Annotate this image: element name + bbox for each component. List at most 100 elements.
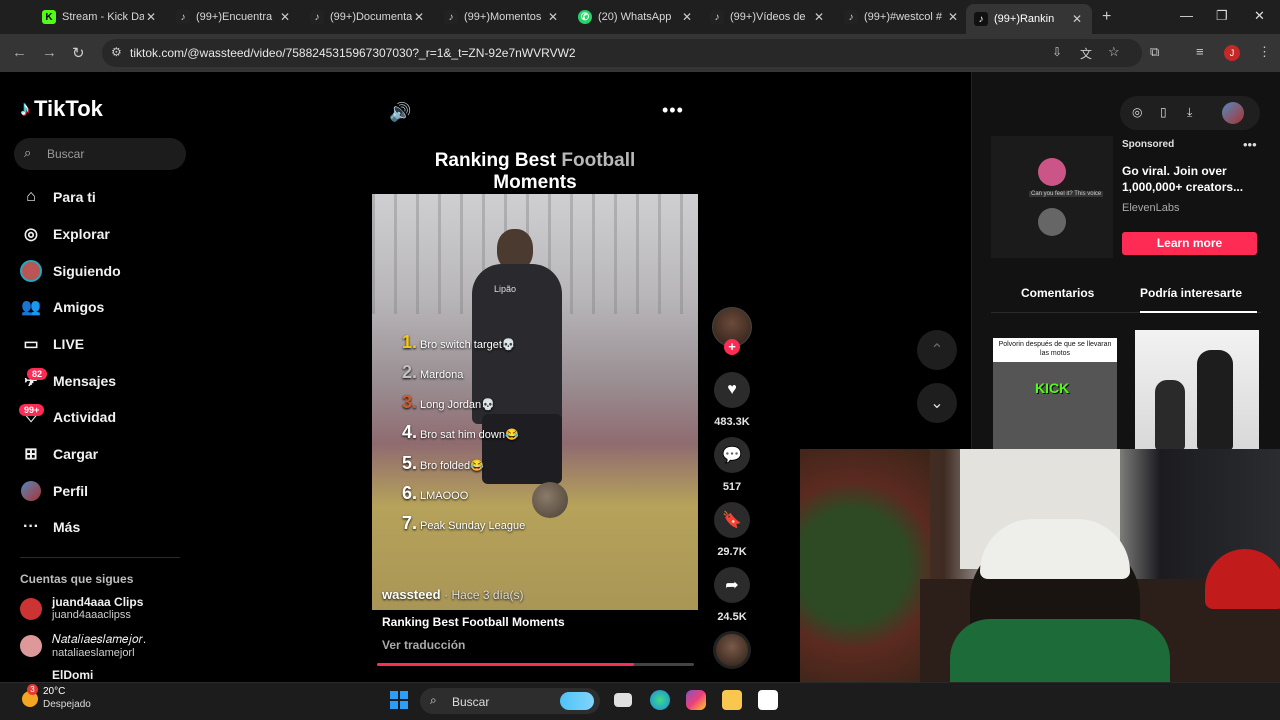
file-explorer-icon[interactable]: [722, 690, 742, 710]
nav-item-siguiendo[interactable]: Siguiendo: [20, 256, 200, 286]
install-app-icon[interactable]: ⇩: [1052, 45, 1062, 59]
close-tab-icon[interactable]: ✕: [1070, 12, 1084, 26]
windows-start-icon[interactable]: [390, 691, 408, 709]
phone-icon[interactable]: ▯: [1160, 105, 1167, 119]
reload-icon[interactable]: ↻: [72, 44, 85, 62]
edge-icon[interactable]: [650, 690, 670, 710]
tab-comentarios[interactable]: Comentarios: [1021, 286, 1094, 300]
following-account[interactable]: juand4aaa Clips juand4aaaclipss: [20, 595, 143, 621]
site-info-icon[interactable]: ⚙: [111, 45, 122, 59]
see-translation-link[interactable]: Ver traducción: [382, 638, 465, 652]
compass-icon[interactable]: ◎: [1132, 105, 1142, 119]
account-name: 𝑁𝑎𝑡𝑎𝑙𝑖𝑎𝑒𝑠𝑙𝑎𝑚𝑒𝑗𝑜𝑟.: [52, 632, 147, 646]
rank-number: 2.: [402, 362, 418, 382]
more-options-icon[interactable]: •••: [662, 100, 684, 121]
nav-item-explorar[interactable]: ◎ Explorar: [20, 219, 200, 249]
browser-tab[interactable]: ♪ (99+)Vídeos de ✕: [702, 4, 834, 30]
tab-title: Stream - Kick Da: [62, 11, 144, 23]
author-name[interactable]: wassteed: [382, 587, 441, 602]
tiktok-favicon-icon: ♪: [310, 10, 324, 24]
nav-label: Siguiendo: [53, 263, 121, 279]
share-button[interactable]: ➦ 24.5K: [714, 567, 750, 623]
save-button[interactable]: 🔖 29.7K: [714, 502, 750, 558]
media-control-icon[interactable]: ≡: [1196, 44, 1204, 59]
nav-item-actividad[interactable]: ♡ Actividad: [20, 402, 200, 432]
browser-tab[interactable]: ♪ (99+)Momentos ✕: [436, 4, 568, 30]
translate-icon[interactable]: 文: [1080, 45, 1092, 62]
browser-tab[interactable]: ♪ (99+)#westcol # ✕: [836, 4, 968, 30]
close-tab-icon[interactable]: ✕: [946, 10, 960, 24]
close-tab-icon[interactable]: ✕: [680, 10, 694, 24]
browser-tab[interactable]: K Stream - Kick Da ✕: [34, 4, 166, 30]
back-icon[interactable]: ←: [12, 44, 27, 61]
nav-item-mas[interactable]: ··· Más: [20, 512, 200, 542]
following-account[interactable]: 𝑁𝑎𝑡𝑎𝑙𝑖𝑎𝑒𝑠𝑙𝑎𝑚𝑒𝑗𝑜𝑟. nataliaeslamejorl: [20, 632, 146, 659]
bookmark-star-icon[interactable]: ☆: [1108, 44, 1120, 60]
maximize-icon[interactable]: ❐: [1216, 8, 1228, 24]
tiktok-favicon-icon: ♪: [444, 10, 458, 24]
user-avatar-icon[interactable]: [1222, 102, 1244, 124]
learn-more-button[interactable]: Learn more: [1122, 232, 1257, 255]
volume-icon[interactable]: 🔊: [389, 102, 411, 123]
kick-favicon-icon: K: [42, 10, 56, 24]
comment-button[interactable]: 💬 517: [714, 437, 750, 493]
nav-item-perfil[interactable]: Perfil: [20, 476, 200, 506]
ad-thumbnail[interactable]: Can you feel it? This voice: [991, 136, 1113, 258]
ad-more-icon[interactable]: •••: [1243, 137, 1257, 152]
suggested-video-thumbnail[interactable]: [1135, 330, 1259, 450]
nav-item-live[interactable]: ▭ LIVE: [20, 329, 200, 359]
nav-label: Cargar: [53, 446, 99, 462]
ad-brand[interactable]: ElevenLabs: [1122, 202, 1180, 214]
ranking-item: 4. Bro sat him down😂: [402, 422, 519, 443]
profile-avatar[interactable]: J: [1224, 45, 1240, 61]
nav-item-amigos[interactable]: 👥 Amigos: [20, 292, 200, 322]
nav-item-cargar[interactable]: ⊞ Cargar: [20, 439, 200, 469]
taskbar-search[interactable]: ⌕ Buscar: [420, 688, 600, 714]
nav-item-mensajes[interactable]: ✈ Mensajes: [20, 366, 200, 396]
follow-plus-icon[interactable]: +: [724, 339, 740, 355]
tab-podria-interesarte[interactable]: Podría interesarte: [1140, 286, 1242, 300]
like-button[interactable]: ♥ 483.3K: [714, 372, 750, 428]
browser-tab[interactable]: ♪ (99+)Documenta ✕: [302, 4, 434, 30]
divider: [20, 557, 180, 558]
account-handle: nataliaeslamejorl: [52, 647, 135, 659]
video-progress-bar[interactable]: [377, 663, 694, 666]
nav-label: Actividad: [53, 409, 117, 425]
tab-title: (20) WhatsApp: [598, 11, 672, 23]
extensions-icon[interactable]: ⧉: [1150, 44, 1159, 60]
webcam-overlay: [800, 449, 1280, 682]
progress-fill: [377, 663, 634, 666]
close-tab-icon[interactable]: ✕: [412, 10, 426, 24]
nav-label: LIVE: [53, 336, 85, 352]
browser-tab[interactable]: ♪ (99+)Encuentra ✕: [168, 4, 300, 30]
search-input[interactable]: ⌕ Buscar: [14, 138, 186, 170]
close-tab-icon[interactable]: ✕: [812, 10, 826, 24]
minimize-icon[interactable]: —: [1180, 8, 1193, 23]
microsoft-store-icon[interactable]: [758, 690, 778, 710]
task-view-icon[interactable]: [614, 693, 632, 707]
music-disc-avatar[interactable]: [713, 631, 751, 669]
suggested-video-thumbnail[interactable]: Polvorin después de que se llevaran las …: [993, 338, 1117, 450]
address-bar[interactable]: ⚙ tiktok.com/@wassteed/video/75882453159…: [102, 39, 1142, 67]
new-tab-button[interactable]: +: [1102, 8, 1111, 26]
tiktok-logo[interactable]: ♪ TikTok: [20, 96, 103, 122]
download-icon[interactable]: ⤓: [1187, 105, 1192, 120]
copilot-icon[interactable]: [686, 690, 706, 710]
streamer-shirt: [950, 619, 1170, 682]
forward-icon[interactable]: →: [42, 44, 57, 61]
close-tab-icon[interactable]: ✕: [144, 10, 158, 24]
previous-video-button[interactable]: ⌃: [917, 330, 957, 370]
following-account[interactable]: ElDomi: [52, 668, 93, 682]
nav-item-para-ti[interactable]: ⌂ Para ti: [20, 182, 200, 212]
close-window-icon[interactable]: ✕: [1254, 8, 1265, 24]
video-player[interactable]: Lipão 1. Bro switch target💀 2. Mardona 3…: [372, 194, 698, 610]
next-video-button[interactable]: ⌄: [917, 383, 957, 423]
browser-tab-active[interactable]: ♪ (99+)Rankin ✕: [966, 4, 1092, 34]
tab-title: (99+)Documenta: [330, 11, 412, 23]
thumbnail-figure: [1197, 350, 1233, 450]
browser-tab[interactable]: ✆ (20) WhatsApp ✕: [570, 4, 702, 30]
close-tab-icon[interactable]: ✕: [546, 10, 560, 24]
close-tab-icon[interactable]: ✕: [278, 10, 292, 24]
browser-menu-icon[interactable]: ⋮: [1258, 44, 1271, 60]
nav-label: Más: [53, 519, 81, 535]
